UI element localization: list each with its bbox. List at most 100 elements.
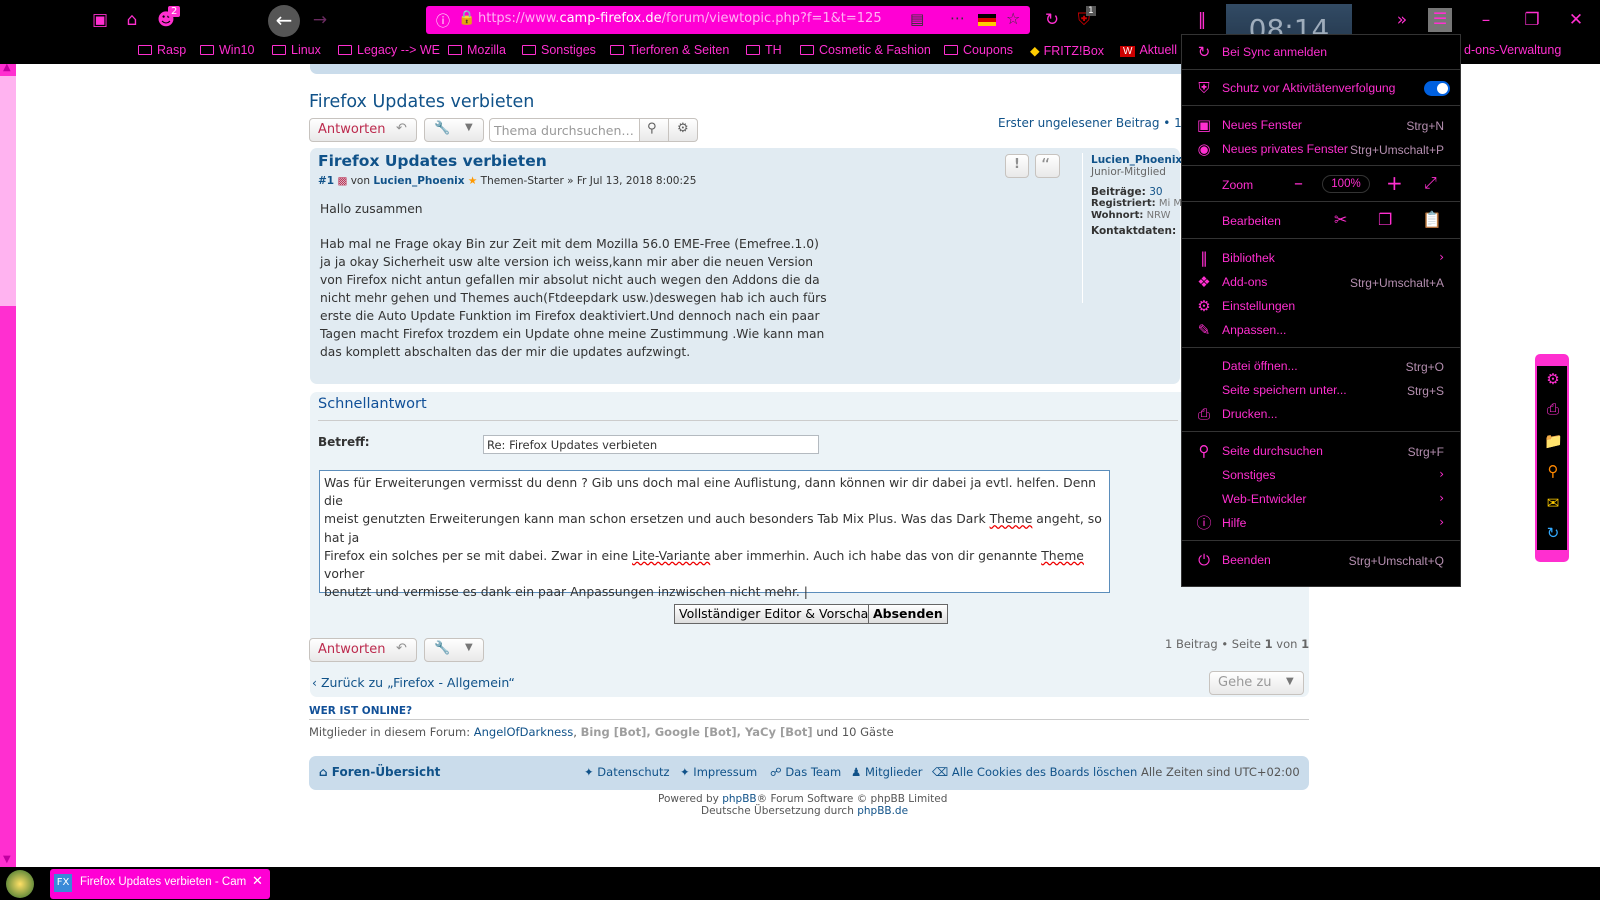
back-to-forum-link[interactable]: ‹ Zurück zu „Firefox - Allgemein“ — [312, 675, 515, 690]
profile-name[interactable]: Lucien_Phoenix — [1091, 154, 1182, 166]
first-unread-link[interactable]: Erster ungelesener Beitrag • 1 B — [998, 116, 1194, 130]
imprint-link[interactable]: ✦ Impressum — [680, 765, 757, 779]
bookmark-addons[interactable]: d-ons-Verwaltung — [1464, 43, 1561, 57]
team-link[interactable]: ☍ Das Team — [770, 765, 841, 779]
advanced-search-button[interactable]: ⚙ — [668, 118, 698, 142]
notes-icon[interactable]: ✉ — [1544, 494, 1562, 512]
bookmark-folder[interactable]: Legacy --> WE — [338, 43, 440, 57]
reply-button-bottom[interactable]: Antworten ↶ — [309, 638, 417, 662]
topic-tools-button[interactable]: 🔧 ▼ — [424, 118, 484, 142]
bookmark-folder[interactable]: Mozilla — [448, 43, 506, 57]
reload-icon[interactable]: ↻ — [1040, 8, 1064, 32]
menu-save-page[interactable]: Seite speichern unter... — [1222, 383, 1347, 397]
topic-title[interactable]: Firefox Updates verbieten — [309, 92, 534, 112]
menu-private-window[interactable]: Neues privates Fenster — [1222, 142, 1348, 156]
folder-icon[interactable]: 📁 — [1544, 432, 1563, 450]
home-icon[interactable]: ⌂ — [120, 8, 144, 32]
menu-help[interactable]: Hilfe — [1222, 516, 1246, 530]
privacy-link[interactable]: ✦ Datenschutz — [584, 765, 670, 779]
german-flag-icon[interactable] — [978, 14, 996, 26]
bookmark-folder[interactable]: Tierforen & Seiten — [610, 43, 729, 57]
post-line: nicht mehr gehen und Themes auch(Ftdeepd… — [320, 291, 827, 305]
print-icon[interactable]: ⎙ — [1544, 400, 1562, 418]
menu-web-developer[interactable]: Web-Entwickler — [1222, 492, 1306, 506]
bookmark-fritzbox[interactable]: ◆ FRITZ!Box — [1030, 43, 1104, 58]
bookmark-folder[interactable]: Sonstiges — [522, 43, 596, 57]
tracking-toggle[interactable] — [1424, 81, 1450, 96]
chevron-right-icon: › — [1439, 491, 1444, 505]
subject-input[interactable] — [483, 435, 819, 454]
menu-print[interactable]: Drucken... — [1222, 407, 1278, 421]
zoom-reset-button[interactable]: 100% — [1322, 175, 1370, 193]
info-icon[interactable]: ⓘ — [436, 11, 450, 31]
forum-index-link[interactable]: ⌂ Foren-Übersicht — [319, 765, 440, 779]
reply-button[interactable]: Antworten ↶ — [309, 118, 417, 142]
bookmark-folder[interactable]: TH — [746, 43, 782, 57]
close-icon[interactable]: ✕ — [1564, 8, 1588, 32]
menu-library[interactable]: Bibliothek — [1222, 251, 1275, 265]
copy-icon[interactable]: ❐ — [1378, 210, 1392, 229]
report-button[interactable]: ! — [1005, 154, 1029, 178]
menu-more[interactable]: Sonstiges — [1222, 468, 1276, 482]
menu-settings[interactable]: Einstellungen — [1222, 299, 1295, 313]
url-bar[interactable]: ⓘ 🔒 https://www.camp-firefox.de/forum/vi… — [426, 6, 1030, 34]
page-actions-icon[interactable]: ⋯ — [950, 9, 965, 27]
bookmark-folder[interactable]: Linux — [272, 43, 321, 57]
reader-view-icon[interactable]: ▤ — [910, 10, 924, 28]
settings-icon[interactable]: ⚙ — [1544, 370, 1562, 388]
post-title[interactable]: Firefox Updates verbieten — [318, 152, 547, 170]
jump-to-select[interactable]: Gehe zu ▼ — [1209, 671, 1304, 695]
paste-icon[interactable]: 📋 — [1422, 210, 1442, 229]
topic-tools-button-bottom[interactable]: 🔧 ▼ — [424, 638, 484, 662]
screenshot-icon[interactable]: ▣ — [88, 8, 112, 32]
start-button[interactable] — [6, 870, 34, 898]
profile-contact: Kontaktdaten: — [1091, 225, 1177, 237]
full-editor-button[interactable]: Vollständiger Editor & Vorschau — [674, 604, 882, 624]
topic-search-input[interactable]: Thema durchsuchen… — [489, 118, 640, 142]
forward-icon[interactable]: → — [308, 8, 332, 32]
submit-button[interactable]: Absenden — [868, 604, 948, 624]
search-button[interactable]: ⚲ — [639, 118, 669, 142]
minimize-icon[interactable]: – — [1474, 8, 1498, 32]
bookmark-folder[interactable]: Coupons — [944, 43, 1013, 57]
post-author[interactable]: Lucien_Phoenix — [373, 175, 464, 187]
bookmark-star-icon[interactable]: ☆ — [1006, 9, 1020, 28]
menu-find[interactable]: Seite durchsuchen — [1222, 444, 1323, 458]
wrench-icon: 🔧 — [434, 641, 451, 656]
zoom-in-button[interactable]: + — [1386, 171, 1403, 195]
search-icon[interactable]: ⚲ — [1544, 462, 1562, 480]
shield-icon: ⛨ — [1198, 79, 1210, 97]
zoom-out-button[interactable]: – — [1294, 173, 1303, 194]
fullscreen-icon[interactable]: ⤢ — [1424, 173, 1437, 193]
side-toolbar-handle[interactable] — [1537, 550, 1567, 560]
maximize-icon[interactable]: ❐ — [1520, 8, 1544, 32]
menu-addons[interactable]: Add-ons — [1222, 275, 1267, 289]
bookmark-folder[interactable]: Win10 — [200, 43, 254, 57]
menu-tracking-protection[interactable]: Schutz vor Aktivitätenverfolgung — [1222, 81, 1395, 95]
cut-icon[interactable]: ✂ — [1334, 210, 1347, 229]
post-line: ja ja okay Sicherheit usw alte version i… — [320, 255, 814, 269]
menu-new-window[interactable]: Neues Fenster — [1222, 118, 1302, 132]
hamburger-menu-icon[interactable]: ☰ — [1428, 8, 1452, 32]
scrollbar[interactable]: ▲ ▼ — [0, 64, 16, 867]
delete-cookies-link[interactable]: ⌫ Alle Cookies des Boards löschen — [932, 765, 1137, 779]
menu-customize[interactable]: Anpassen... — [1222, 323, 1286, 337]
quote-button[interactable]: “ — [1035, 154, 1060, 178]
side-toolbar-handle[interactable] — [1537, 356, 1567, 366]
taskbar-firefox-window[interactable]: FX Firefox Updates verbieten - Cam ✕ — [50, 869, 270, 899]
overflow-chevron-icon[interactable]: » — [1390, 8, 1414, 32]
powered-by: Powered by phpBB® Forum Software © phpBB… — [658, 793, 948, 805]
close-icon[interactable]: ✕ — [252, 874, 263, 889]
bookmark-aktuell[interactable]: W Aktuell — [1120, 43, 1177, 57]
refresh-icon[interactable]: ↻ — [1544, 524, 1562, 542]
menu-quit[interactable]: Beenden — [1222, 553, 1271, 567]
message-textarea[interactable]: Was für Erweiterungen vermisst du denn ?… — [319, 470, 1110, 599]
menu-open-file[interactable]: Datei öffnen... — [1222, 359, 1298, 373]
bookmark-folder[interactable]: Cosmetic & Fashion — [800, 43, 931, 57]
members-link[interactable]: ♟ Mitglieder — [851, 765, 922, 779]
back-button[interactable]: ← — [268, 5, 300, 37]
menu-sync[interactable]: Bei Sync anmelden — [1222, 45, 1327, 59]
library-icon[interactable]: ‖ — [1190, 8, 1214, 32]
bookmark-folder[interactable]: Rasp — [138, 43, 186, 57]
post-number[interactable]: #1 — [318, 175, 334, 187]
